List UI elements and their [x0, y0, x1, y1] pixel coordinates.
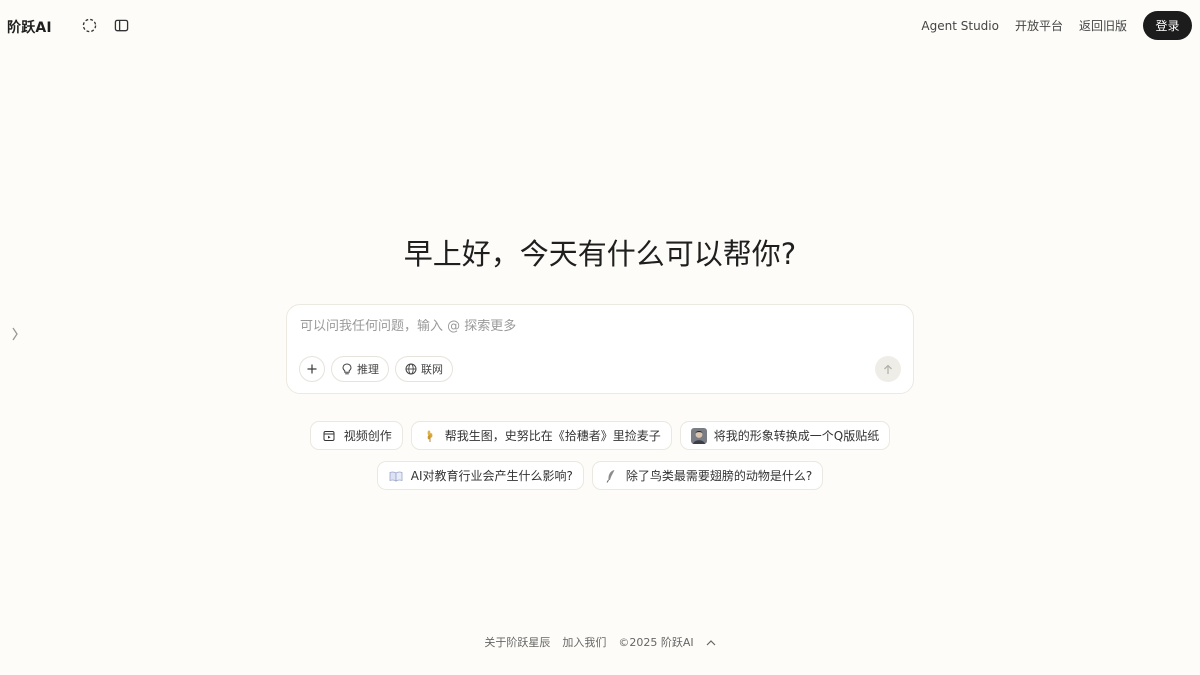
- web-search-label: 联网: [421, 363, 443, 376]
- login-button[interactable]: 登录: [1143, 11, 1192, 40]
- plus-icon: [307, 364, 317, 374]
- suggestion-label: 视频创作: [343, 429, 392, 443]
- suggestion-chip[interactable]: AI对教育行业会产生什么影响?: [376, 461, 584, 490]
- book-icon: [388, 468, 404, 484]
- new-chat-icon[interactable]: [81, 17, 97, 33]
- attach-button[interactable]: [299, 356, 325, 382]
- footer: 关于阶跃星辰 加入我们 ©2025 阶跃AI: [0, 634, 1200, 650]
- input-toolbar: 推理 联网: [299, 356, 459, 382]
- top-nav: Agent Studio 开放平台 返回旧版 登录: [921, 11, 1192, 40]
- copyright-text: ©2025 阶跃AI: [618, 636, 694, 649]
- logo[interactable]: 阶跃AI: [7, 17, 52, 37]
- suggestion-chip[interactable]: 帮我生图，史努比在《拾穗者》里捡麦子: [410, 421, 672, 450]
- chevron-up-icon[interactable]: [706, 636, 716, 649]
- old-version-link[interactable]: 返回旧版: [1079, 17, 1127, 34]
- sidebar-panel-icon[interactable]: [113, 17, 129, 33]
- join-us-link[interactable]: 加入我们: [562, 634, 606, 650]
- reasoning-button[interactable]: 推理: [331, 356, 389, 382]
- wheat-icon: [422, 428, 438, 444]
- suggestion-label: 帮我生图，史努比在《拾穗者》里捡麦子: [444, 429, 661, 443]
- suggestion-label: AI对教育行业会产生什么影响?: [410, 469, 573, 483]
- send-button[interactable]: [875, 356, 901, 382]
- suggestion-chip[interactable]: 将我的形象转换成一个Q版贴纸: [679, 421, 891, 450]
- agent-studio-link[interactable]: Agent Studio: [921, 19, 999, 33]
- video-icon: [321, 428, 337, 444]
- greeting-heading: 早上好，今天有什么可以帮你?: [403, 237, 797, 271]
- avatar-thumb: [690, 427, 707, 444]
- suggestion-chip[interactable]: 视频创作: [309, 421, 403, 450]
- suggestion-label: 除了鸟类最需要翅膀的动物是什么?: [625, 469, 813, 483]
- lightbulb-icon: [342, 363, 352, 375]
- web-search-button[interactable]: 联网: [395, 356, 453, 382]
- chat-input-box: 推理 联网: [286, 304, 914, 394]
- globe-icon: [405, 363, 417, 375]
- top-bar: 阶跃AI Agent Studio 开放平台 返回旧版 登录: [0, 0, 1200, 52]
- expand-sidebar-icon[interactable]: [11, 326, 19, 346]
- chat-input[interactable]: [300, 319, 860, 334]
- open-platform-link[interactable]: 开放平台: [1015, 17, 1063, 34]
- suggestion-chip[interactable]: 除了鸟类最需要翅膀的动物是什么?: [591, 461, 824, 490]
- reasoning-label: 推理: [357, 363, 379, 376]
- about-link[interactable]: 关于阶跃星辰: [484, 634, 550, 650]
- feather-icon: [603, 468, 619, 484]
- suggestions-row-2: AI对教育行业会产生什么影响? 除了鸟类最需要翅膀的动物是什么?: [0, 461, 1200, 490]
- suggestion-label: 将我的形象转换成一个Q版贴纸: [713, 429, 880, 443]
- suggestions-row-1: 视频创作 帮我生图，史努比在《拾穗者》里捡麦子 将我的形象转换成一个Q版贴纸: [0, 421, 1200, 450]
- arrow-up-icon: [884, 364, 892, 374]
